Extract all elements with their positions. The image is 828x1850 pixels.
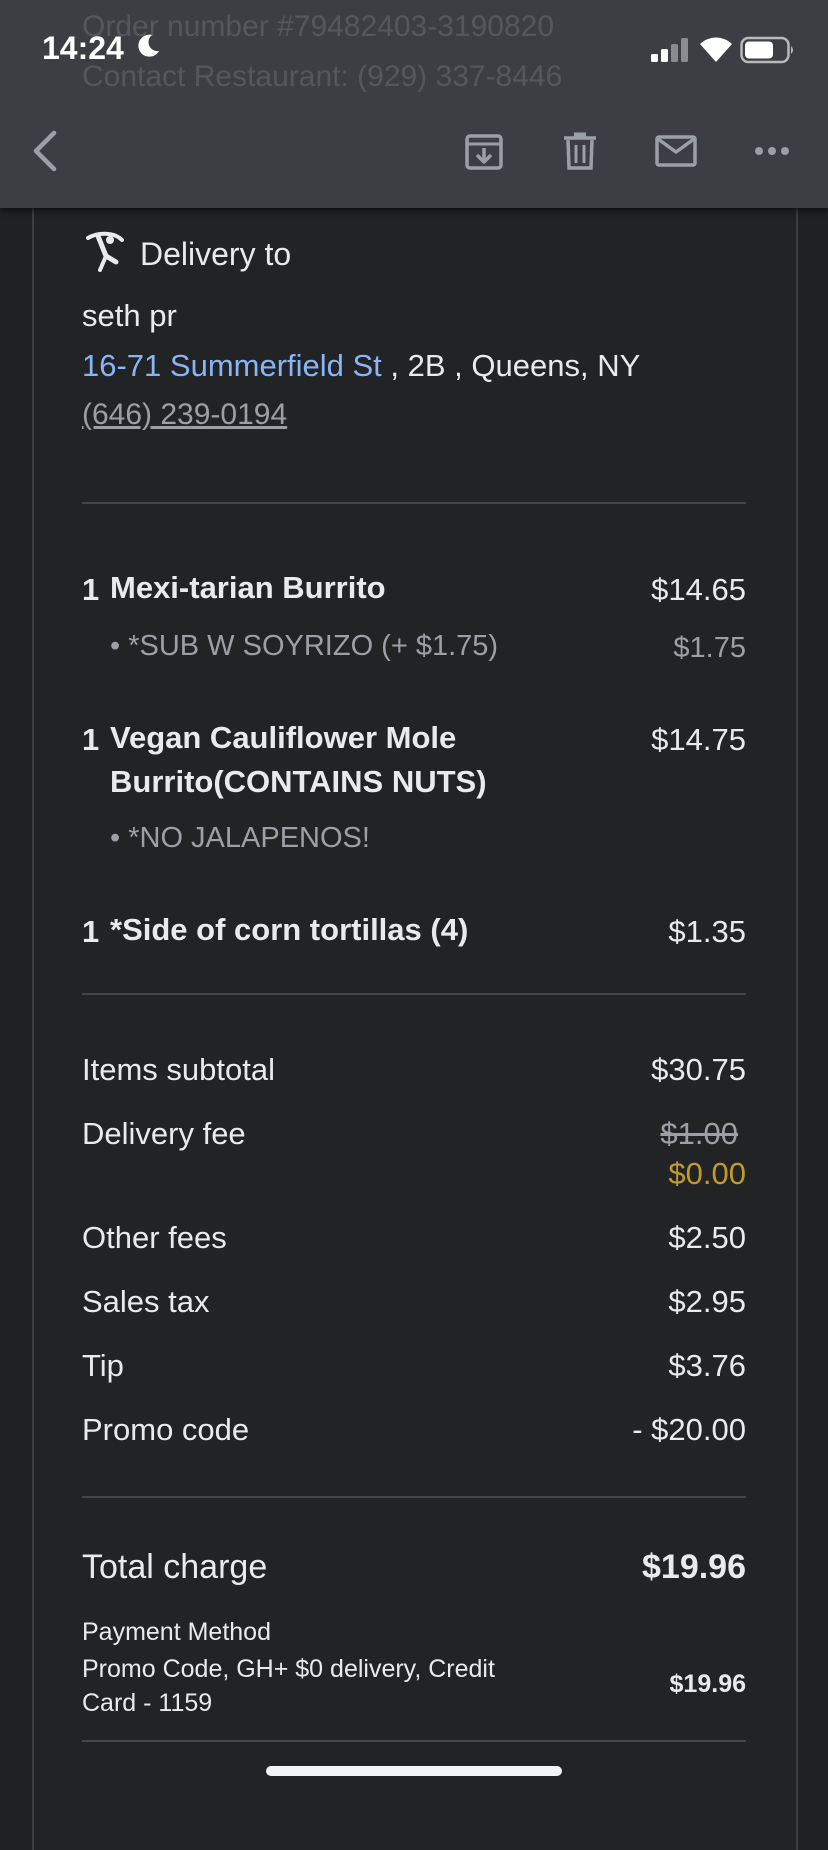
address-link[interactable]: 16-71 Summerfield St <box>82 348 382 383</box>
more-options-button[interactable] <box>749 128 795 174</box>
total-charge-value: $19.96 <box>642 1548 746 1586</box>
back-icon <box>33 130 57 172</box>
subtotal-value: $30.75 <box>651 1052 746 1087</box>
back-button[interactable] <box>22 128 68 174</box>
mail-icon <box>655 135 697 167</box>
item-quantity: 1 <box>82 722 100 757</box>
item-name-line2: Burrito(CONTAINS NUTS) <box>110 764 487 799</box>
delivery-title: Delivery to <box>140 236 292 272</box>
item-modifier-price: $1.75 <box>673 632 746 664</box>
delivery-fee-value: $0.00 <box>668 1156 746 1191</box>
item-name: *Side of corn tortillas (4) <box>110 912 469 947</box>
phone-link[interactable]: (646) 239-0194 <box>82 398 287 432</box>
promo-code-label: Promo code <box>82 1412 250 1447</box>
promo-code-value: - $20.00 <box>632 1412 746 1447</box>
battery-icon <box>740 36 793 64</box>
divider <box>82 993 746 995</box>
archive-icon <box>465 134 503 170</box>
divider <box>82 1740 746 1742</box>
delivery-address: 16-71 Summerfield St , 2B , Queens, NY <box>82 348 640 384</box>
tip-value: $3.76 <box>668 1348 746 1383</box>
payment-method-label: Payment Method <box>82 1618 271 1646</box>
delete-button[interactable] <box>557 128 603 174</box>
trash-icon <box>564 132 596 170</box>
payment-method-value: $19.96 <box>669 1670 746 1698</box>
top-bar: Order number #79482403-3190820 Contact R… <box>0 0 828 208</box>
subtotal-label: Items subtotal <box>82 1052 275 1087</box>
divider <box>82 1496 746 1498</box>
item-name-line1: Vegan Cauliflower Mole <box>110 720 457 755</box>
other-fees-value: $2.50 <box>668 1220 746 1255</box>
wifi-icon <box>700 37 732 62</box>
payment-method-description: Promo Code, GH+ $0 delivery, Credit Card… <box>82 1655 495 1717</box>
contact-restaurant-scrolled: Contact Restaurant: (929) 337-8446 <box>82 60 563 93</box>
item-modifier: • *SUB W SOYRIZO (+ $1.75) <box>110 630 499 662</box>
item-quantity: 1 <box>82 572 100 607</box>
tip-label: Tip <box>82 1348 124 1383</box>
archive-button[interactable] <box>461 128 507 174</box>
divider <box>82 502 746 504</box>
delivery-fee-original: $1.00 <box>660 1116 738 1151</box>
signal-icon <box>651 38 688 62</box>
total-charge-label: Total charge <box>82 1548 268 1586</box>
delivery-pin-icon <box>86 231 124 272</box>
sales-tax-value: $2.95 <box>668 1284 746 1319</box>
moon-icon <box>138 34 159 57</box>
other-fees-label: Other fees <box>82 1220 227 1255</box>
more-icon <box>755 147 789 155</box>
home-indicator[interactable] <box>266 1766 562 1776</box>
item-name: Mexi-tarian Burrito <box>110 570 386 605</box>
item-price: $1.35 <box>668 914 746 949</box>
mark-unread-button[interactable] <box>653 128 699 174</box>
item-price: $14.75 <box>651 722 746 757</box>
delivery-fee-label: Delivery fee <box>82 1116 246 1151</box>
sales-tax-label: Sales tax <box>82 1284 210 1319</box>
address-detail: , 2B , Queens, NY <box>381 348 641 383</box>
item-price: $14.65 <box>651 572 746 607</box>
item-modifier: • *NO JALAPENOS! <box>110 822 370 854</box>
customer-name: seth pr <box>82 298 177 333</box>
status-time: 14:24 <box>42 30 124 66</box>
item-quantity: 1 <box>82 914 100 949</box>
